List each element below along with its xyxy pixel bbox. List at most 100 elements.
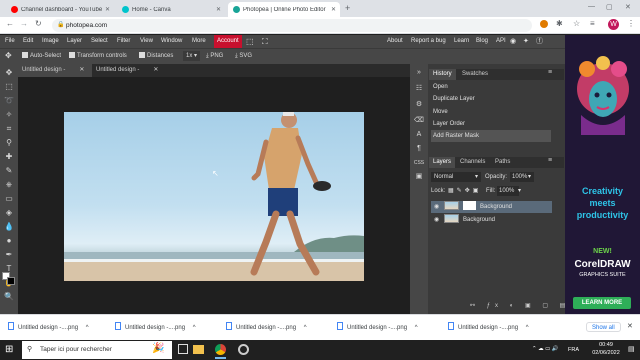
- blend-mode-select[interactable]: Normal ▾: [431, 172, 481, 182]
- doc-tab-2[interactable]: Untitled design - ✕: [92, 64, 166, 77]
- marquee-tool-icon[interactable]: ⬚: [3, 82, 15, 92]
- notifications-icon[interactable]: ▤: [628, 345, 635, 353]
- close-icon[interactable]: ✕: [105, 6, 110, 13]
- magic-wand-icon[interactable]: ✧: [3, 110, 15, 120]
- taskbar-search-input[interactable]: ⚲ Taper ici pour rechercher: [22, 341, 172, 359]
- minimize-button[interactable]: —: [588, 3, 595, 10]
- download-item[interactable]: Untitled design -....png ^: [8, 322, 89, 332]
- task-view-icon[interactable]: [178, 344, 188, 354]
- expand-panels-icon[interactable]: »: [413, 68, 425, 78]
- eyedropper-icon[interactable]: ⚲: [3, 138, 15, 148]
- tab-paths[interactable]: Paths: [491, 157, 514, 168]
- bookmark-icon[interactable]: ☆: [573, 19, 580, 28]
- close-icon[interactable]: ✕: [627, 322, 633, 332]
- download-item[interactable]: Untitled design -....png ^: [337, 322, 418, 332]
- zoom-tool-icon[interactable]: 🔍: [3, 292, 15, 302]
- chevron-up-icon[interactable]: ^: [193, 325, 196, 331]
- tray-icons[interactable]: ⌃ ☁ ▭ 🔊: [532, 346, 559, 352]
- language-indicator[interactable]: FRA: [568, 347, 579, 353]
- swatches-panel-icon[interactable]: ⚙: [413, 100, 425, 110]
- history-item[interactable]: Layer Order: [431, 118, 551, 130]
- download-item[interactable]: Untitled design -....png ^: [448, 322, 529, 332]
- close-icon[interactable]: ✕: [216, 6, 221, 13]
- file-explorer-icon[interactable]: [193, 345, 204, 354]
- menu-edit[interactable]: Edit: [23, 35, 33, 48]
- layer-row[interactable]: ◉ Background: [431, 214, 552, 226]
- facebook-icon[interactable]: ⓕ: [536, 35, 543, 48]
- auto-select-checkbox[interactable]: Auto-Select: [22, 51, 61, 61]
- tab-history[interactable]: History: [429, 69, 456, 80]
- background-color-swatch[interactable]: [7, 277, 15, 285]
- document-canvas-image[interactable]: [64, 112, 364, 281]
- chevron-up-icon[interactable]: ^: [86, 325, 89, 331]
- crop-tool-icon[interactable]: ⌗: [3, 124, 15, 134]
- download-item[interactable]: Untitled design -....png ^: [115, 322, 196, 332]
- layer-row-selected[interactable]: ◉ Background: [431, 201, 552, 213]
- brush-tool-icon[interactable]: ✎: [3, 166, 15, 176]
- menu-image[interactable]: Image: [42, 35, 59, 48]
- doc-tab-1[interactable]: Untitled design - ✕: [18, 64, 92, 77]
- maximize-button[interactable]: ▢: [606, 3, 613, 11]
- chevron-down-icon[interactable]: ▾: [518, 186, 521, 196]
- tab-photopea[interactable]: Photopea | Online Photo Editor ✕: [228, 2, 340, 17]
- menu-window[interactable]: Window: [161, 35, 182, 48]
- windows-start-icon[interactable]: ⊞: [5, 344, 13, 356]
- history-item[interactable]: Duplicate Layer: [431, 93, 551, 105]
- pen-tool-icon[interactable]: ✒: [3, 250, 15, 260]
- dodge-tool-icon[interactable]: ●: [3, 236, 15, 246]
- download-item[interactable]: Untitled design -....png ^: [226, 322, 307, 332]
- tab-layers[interactable]: Layers: [429, 157, 456, 168]
- tab-canva[interactable]: Home - Canva ✕: [117, 2, 225, 17]
- menu-view[interactable]: View: [140, 35, 153, 48]
- image-panel-icon[interactable]: ▣: [413, 172, 425, 182]
- show-all-button[interactable]: Show all: [586, 322, 621, 332]
- fill-input[interactable]: 100%: [497, 186, 519, 196]
- more-icon[interactable]: ⋮: [627, 19, 635, 28]
- close-window-button[interactable]: ✕: [625, 3, 631, 11]
- healing-brush-icon[interactable]: ✚: [3, 152, 15, 162]
- tab-youtube[interactable]: Channel dashboard - YouTube S ✕: [6, 2, 114, 17]
- chevron-down-icon[interactable]: ▾: [528, 172, 531, 182]
- eye-icon[interactable]: ◉: [434, 201, 442, 213]
- puzzle-icon[interactable]: ✱: [556, 19, 563, 28]
- menu-layer[interactable]: Layer: [67, 35, 82, 48]
- chrome-icon[interactable]: [215, 344, 226, 355]
- bucket-icon[interactable]: ◈: [3, 208, 15, 218]
- ad-learn-more-button[interactable]: LEARN MORE: [573, 297, 631, 309]
- history-panel-icon[interactable]: ☷: [413, 84, 425, 94]
- url-input[interactable]: 🔒 photopea.com: [52, 19, 532, 32]
- tab-swatches[interactable]: Swatches: [458, 69, 492, 80]
- css-panel-icon[interactable]: CSS: [413, 158, 425, 168]
- layer-mask-thumbnail[interactable]: [463, 201, 476, 210]
- move-tool-icon[interactable]: ✥: [3, 68, 15, 78]
- export-png-button[interactable]: ⤓ PNG: [206, 51, 223, 61]
- close-icon[interactable]: ✕: [153, 67, 158, 73]
- panel-menu-icon[interactable]: ≡: [548, 157, 552, 164]
- new-tab-button[interactable]: +: [345, 3, 350, 13]
- chevron-up-icon[interactable]: ^: [304, 325, 307, 331]
- chevron-up-icon[interactable]: ^: [415, 325, 418, 331]
- export-svg-button[interactable]: ⤓ SVG: [235, 51, 252, 61]
- brush-panel-icon[interactable]: ⌫: [413, 116, 425, 126]
- reload-icon[interactable]: ↻: [35, 19, 42, 28]
- menu-more[interactable]: More: [192, 35, 206, 48]
- eye-icon[interactable]: ◉: [434, 214, 442, 226]
- menu-select[interactable]: Select: [91, 35, 108, 48]
- crop-view-icon[interactable]: ⬚: [246, 35, 254, 48]
- lock-options-icons[interactable]: ▦✎✥▣: [448, 186, 481, 196]
- clock-date[interactable]: 02/06/2022: [588, 350, 624, 356]
- link-about[interactable]: About: [387, 35, 403, 48]
- tab-channels[interactable]: Channels: [456, 157, 489, 168]
- character-panel-icon[interactable]: A: [413, 130, 425, 140]
- twitter-icon[interactable]: ✦: [523, 35, 529, 48]
- lasso-tool-icon[interactable]: ➰: [3, 96, 15, 106]
- menu-file[interactable]: File: [5, 35, 15, 48]
- blur-tool-icon[interactable]: 💧: [3, 222, 15, 232]
- avatar[interactable]: W: [608, 19, 619, 30]
- history-item-selected[interactable]: Add Raster Mask: [431, 130, 551, 142]
- link-learn[interactable]: Learn: [454, 35, 469, 48]
- transform-controls-checkbox[interactable]: Transform controls: [69, 51, 127, 61]
- history-item[interactable]: Open: [431, 81, 551, 93]
- extension-icon[interactable]: [540, 20, 548, 28]
- back-icon[interactable]: ←: [6, 19, 14, 28]
